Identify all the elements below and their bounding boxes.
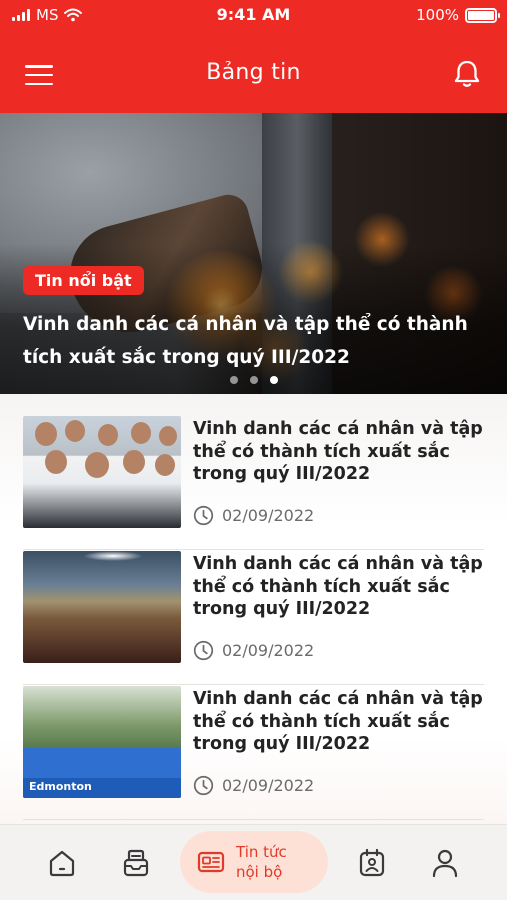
status-bar: MS 9:41 AM 100% <box>0 0 507 32</box>
news-title: Vinh danh các cá nhân và tập thể có thàn… <box>193 419 483 484</box>
nav-internal-news-label: Tin tức nội bộ <box>236 842 287 882</box>
news-item[interactable]: Vinh danh các cá nhân và tập thể có thàn… <box>23 416 484 550</box>
news-thumbnail: Edmonton <box>23 686 181 798</box>
clock-icon <box>193 505 214 526</box>
nav-internal-news[interactable]: Tin tức nội bộ <box>180 831 328 893</box>
clock-icon <box>193 640 214 661</box>
inbox-icon <box>123 849 149 877</box>
news-thumbnail <box>23 416 181 528</box>
featured-banner[interactable]: Tin nổi bật Vinh danh các cá nhân và tập… <box>0 113 507 394</box>
clock-icon <box>193 775 214 796</box>
nav-home[interactable] <box>42 843 82 883</box>
status-right: 100% <box>416 6 500 24</box>
newspaper-icon <box>197 851 225 873</box>
thumbnail-banner-text: Edmonton <box>23 778 181 798</box>
news-item[interactable]: Vinh danh các cá nhân và tập thể có thàn… <box>23 551 484 685</box>
top-bar: MS 9:41 AM 100% Bảng tin <box>0 0 507 113</box>
nav-label-line1: Tin tức <box>236 843 287 861</box>
carousel-dots <box>0 376 507 384</box>
battery-icon <box>465 7 500 23</box>
bell-icon[interactable] <box>449 56 485 92</box>
news-item[interactable]: Edmonton Vinh danh các cá nhân và tập th… <box>23 686 484 820</box>
news-date: 02/09/2022 <box>193 775 314 796</box>
user-icon <box>432 849 458 878</box>
featured-badge: Tin nổi bật <box>23 266 144 295</box>
news-date-text: 02/09/2022 <box>222 506 315 525</box>
calendar-badge-icon <box>359 848 385 877</box>
thumbnail-banner <box>23 748 181 778</box>
news-title: Vinh danh các cá nhân và tập thể có thàn… <box>193 689 483 754</box>
news-title: Vinh danh các cá nhân và tập thể có thàn… <box>193 554 483 619</box>
page-title: Bảng tin <box>206 60 301 85</box>
battery-label: 100% <box>416 6 459 24</box>
news-date-text: 02/09/2022 <box>222 776 315 795</box>
nav-inbox[interactable] <box>116 843 156 883</box>
news-date-text: 02/09/2022 <box>222 641 315 660</box>
app-header: Bảng tin <box>0 40 507 110</box>
nav-calendar[interactable] <box>352 843 392 883</box>
news-date: 02/09/2022 <box>193 505 314 526</box>
news-date: 02/09/2022 <box>193 640 314 661</box>
carousel-dot[interactable] <box>229 376 238 384</box>
nav-profile[interactable] <box>425 843 465 883</box>
home-icon <box>49 850 75 877</box>
featured-headline[interactable]: Vinh danh các cá nhân và tập thể có thàn… <box>23 308 488 374</box>
bottom-nav: Tin tức nội bộ <box>0 824 507 900</box>
carousel-dot[interactable] <box>249 376 258 384</box>
news-list: Vinh danh các cá nhân và tập thể có thàn… <box>0 394 507 824</box>
carousel-dot[interactable] <box>269 376 278 384</box>
nav-label-line2: nội bộ <box>236 863 283 881</box>
news-thumbnail <box>23 551 181 663</box>
